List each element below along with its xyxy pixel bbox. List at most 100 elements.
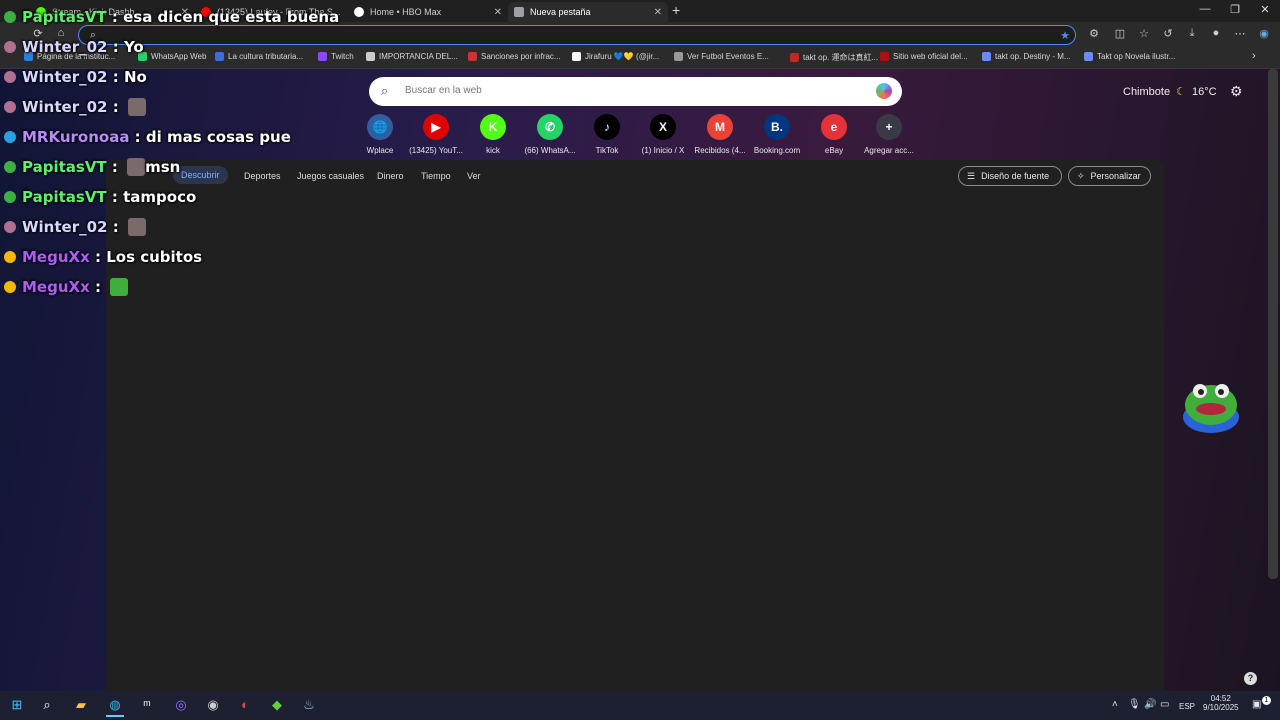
quick-access-tile[interactable]: B. Booking.com bbox=[747, 114, 807, 155]
quick-access-tile[interactable]: ✆ (66) WhatsA... bbox=[520, 114, 580, 155]
bookmark-label: takt op. Destiny - M... bbox=[995, 52, 1071, 61]
bookmark-favicon-icon bbox=[215, 52, 224, 61]
quick-access-tile[interactable]: 🌐 Wplace bbox=[350, 114, 410, 155]
tab-dinero[interactable]: Dinero bbox=[377, 171, 404, 181]
site-icon: X bbox=[650, 114, 676, 140]
newtab-icon bbox=[514, 7, 524, 17]
windows-start-icon[interactable]: ⊞ bbox=[8, 697, 26, 715]
search-icon[interactable]: ⌕ bbox=[38, 697, 56, 715]
hbo-icon bbox=[354, 7, 364, 17]
address-bar[interactable]: ⌕ ★ bbox=[78, 25, 1076, 45]
quick-access-tile[interactable]: ▶ (13425) YouT... bbox=[406, 114, 466, 155]
close-icon[interactable]: ✕ bbox=[488, 7, 502, 18]
new-tab-button[interactable]: + bbox=[672, 2, 680, 18]
language-indicator[interactable]: ESP bbox=[1179, 702, 1195, 711]
star-icon[interactable]: ★ bbox=[1057, 29, 1073, 42]
tab-descubrir[interactable]: Descubrir bbox=[173, 166, 228, 184]
tab-ver[interactable]: Ver bbox=[467, 171, 481, 181]
customize-button[interactable]: ✧ Personalizar bbox=[1068, 166, 1151, 186]
chat-text: tampoco bbox=[123, 188, 197, 206]
search-input[interactable]: Buscar en la web bbox=[405, 85, 482, 96]
profile-icon[interactable]: ● bbox=[1208, 27, 1224, 39]
quick-access-label: Recibidos (4... bbox=[694, 146, 746, 155]
clock[interactable]: 04:52 9/10/2025 bbox=[1203, 694, 1239, 712]
display-icon[interactable]: ▭ bbox=[1160, 699, 1169, 710]
bookmark-item[interactable]: Sitio web oficial del... bbox=[880, 52, 968, 61]
chat-badge-icon bbox=[4, 281, 16, 293]
chat-emote-icon bbox=[110, 278, 129, 296]
weather-widget[interactable]: Chimbote ☾ 16°C bbox=[1123, 85, 1217, 99]
help-icon[interactable]: ? bbox=[1244, 672, 1257, 685]
tab-tiempo[interactable]: Tiempo bbox=[421, 171, 451, 181]
bookmark-item[interactable]: Twitch bbox=[318, 52, 354, 61]
copilot-icon[interactable] bbox=[876, 83, 892, 99]
bookmark-item[interactable]: Sanciones por infrac... bbox=[468, 52, 561, 61]
sliders-icon: ☰ bbox=[967, 170, 976, 181]
quick-access-label: Agregar acc... bbox=[864, 146, 914, 155]
quick-access-tile[interactable]: + Agregar acc... bbox=[859, 114, 919, 155]
notifications-icon[interactable]: ▣ bbox=[1252, 699, 1261, 710]
minimize-button[interactable]: — bbox=[1190, 3, 1220, 15]
chat-text: Yo bbox=[123, 38, 144, 56]
bookmark-item[interactable]: Ver Futbol Eventos E... bbox=[674, 52, 769, 61]
discord-icon[interactable]: ◎ bbox=[172, 697, 190, 715]
app-icon[interactable]: ◉ bbox=[204, 697, 222, 715]
weather-city: Chimbote bbox=[1123, 85, 1171, 98]
download-icon[interactable]: ⤓ bbox=[1184, 27, 1200, 40]
tab-new[interactable]: Nueva pestaña ✕ bbox=[508, 2, 668, 22]
minecraft-icon[interactable]: ◆ bbox=[268, 697, 286, 715]
quick-access-tile[interactable]: M Recibidos (4... bbox=[690, 114, 750, 155]
quick-access-tile[interactable]: e eBay bbox=[804, 114, 864, 155]
close-window-button[interactable]: ✕ bbox=[1250, 3, 1280, 16]
quick-access-tile[interactable]: X (1) Inicio / X bbox=[633, 114, 693, 155]
close-icon[interactable]: ✕ bbox=[648, 7, 662, 18]
site-icon: ✆ bbox=[537, 114, 563, 140]
bookmark-item[interactable]: Takt op Novela ilustr... bbox=[1084, 52, 1175, 61]
bookmark-item[interactable]: takt op. 運命は真紅... bbox=[790, 52, 878, 63]
chat-separator: : bbox=[89, 248, 107, 266]
settings-gear-icon[interactable]: ⚙ bbox=[1230, 83, 1243, 100]
chat-message: Winter_02 : bbox=[4, 218, 146, 236]
obs-icon[interactable]: ◐ bbox=[236, 697, 254, 715]
file-explorer-icon[interactable]: ▰ bbox=[72, 697, 90, 715]
split-icon[interactable]: ◫ bbox=[1112, 27, 1128, 40]
bookmark-label: takt op. 運命は真紅... bbox=[803, 53, 879, 62]
quick-access-tile[interactable]: ♪ TikTok bbox=[577, 114, 637, 155]
bookmark-item[interactable]: IMPORTANCIA DEL... bbox=[366, 52, 458, 61]
app-icon[interactable]: ᵐ bbox=[138, 697, 156, 715]
tab-juegos-casuales[interactable]: Juegos casuales bbox=[297, 171, 364, 181]
bookmark-item[interactable]: Jirafuru 💙💛 (@jir... bbox=[572, 52, 659, 61]
tray-chevron-icon[interactable]: ˄ bbox=[1112, 699, 1118, 710]
chat-badge-icon bbox=[4, 41, 16, 53]
copilot-icon[interactable]: ◉ bbox=[1256, 27, 1272, 40]
maximize-button[interactable]: ❐ bbox=[1220, 3, 1250, 16]
more-icon[interactable]: ⋯ bbox=[1232, 27, 1248, 40]
bookmark-favicon-icon bbox=[318, 52, 327, 61]
tab-hbo[interactable]: Home • HBO Max ✕ bbox=[348, 2, 508, 22]
search-box[interactable]: ⌕ Buscar en la web bbox=[369, 77, 902, 106]
chat-separator: : bbox=[107, 38, 124, 56]
history-icon[interactable]: ↺ bbox=[1160, 27, 1176, 40]
tab-deportes[interactable]: Deportes bbox=[244, 171, 281, 181]
favorites-icon[interactable]: ☆ bbox=[1136, 27, 1152, 40]
speaker-icon[interactable]: 🔊 bbox=[1144, 699, 1156, 710]
font-design-button[interactable]: ☰ Diseño de fuente bbox=[958, 166, 1062, 186]
bookmark-item[interactable]: WhatsApp Web bbox=[138, 52, 206, 61]
chat-separator: : bbox=[106, 188, 124, 206]
chat-text: di mas cosas pue bbox=[145, 128, 291, 146]
bookmark-item[interactable]: takt op. Destiny - M... bbox=[982, 52, 1071, 61]
edge-icon[interactable]: ◍ bbox=[106, 697, 124, 717]
extensions-icon[interactable]: ⚙ bbox=[1086, 27, 1102, 40]
microphone-icon[interactable]: 🎙 bbox=[1128, 699, 1141, 710]
bookmark-favicon-icon bbox=[674, 52, 683, 61]
bookmarks-overflow-chevron-icon[interactable]: › bbox=[1252, 50, 1256, 62]
bookmark-favicon-icon bbox=[572, 52, 581, 61]
scrollbar[interactable] bbox=[1268, 69, 1278, 579]
close-icon[interactable]: ✕ bbox=[340, 7, 347, 18]
bookmark-label: Sitio web oficial del... bbox=[893, 52, 968, 61]
chat-username: Winter_02 bbox=[22, 68, 108, 86]
bookmark-item[interactable]: La cultura tributaria... bbox=[215, 52, 303, 61]
quick-access-tile[interactable]: Kkick bbox=[463, 114, 523, 155]
bookmark-favicon-icon bbox=[468, 52, 477, 61]
steam-icon[interactable]: ♨ bbox=[300, 697, 318, 715]
